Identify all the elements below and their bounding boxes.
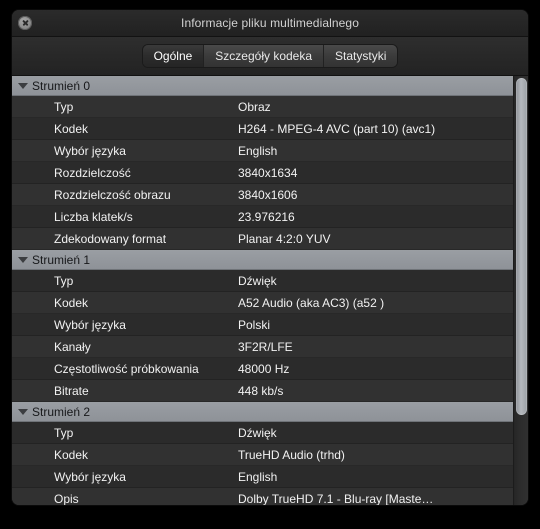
- vertical-scrollbar[interactable]: [513, 76, 528, 505]
- stream-group-header[interactable]: Strumień 2: [12, 402, 513, 422]
- row-value: A52 Audio (aka AC3) (a52 ): [238, 295, 385, 310]
- row-label: Wybór języka: [54, 143, 126, 158]
- table-row[interactable]: Liczba klatek/s 23.976216: [12, 206, 513, 228]
- stream-group-label: Strumień 2: [32, 404, 91, 419]
- row-label: Typ: [54, 99, 74, 114]
- row-value: English: [238, 469, 278, 484]
- stream-group-header[interactable]: Strumień 1: [12, 250, 513, 270]
- table-row[interactable]: Wybór języka Polski: [12, 314, 513, 336]
- chevron-down-icon[interactable]: [18, 256, 28, 263]
- row-value: 3840x1634: [238, 165, 298, 180]
- row-label: Rozdzielczość obrazu: [54, 187, 171, 202]
- window-title: Informacje pliku multimedialnego: [181, 16, 359, 30]
- table-row[interactable]: Typ Obraz: [12, 96, 513, 118]
- table-row[interactable]: Kodek TrueHD Audio (trhd): [12, 444, 513, 466]
- table-row[interactable]: Zdekodowany format Planar 4:2:0 YUV: [12, 228, 513, 250]
- stream-group-label: Strumień 0: [32, 78, 91, 93]
- table-row[interactable]: Opis Dolby TrueHD 7.1 - Blu-ray [Maste…: [12, 488, 513, 505]
- row-value: Dźwięk: [238, 273, 277, 288]
- row-label: Kodek: [54, 447, 89, 462]
- tab-0[interactable]: Ogólne: [142, 45, 205, 67]
- stream-group-label: Strumień 1: [32, 252, 91, 267]
- tab-group: Ogólne Szczegóły kodeka Statystyki: [142, 45, 398, 67]
- row-label: Częstotliwość próbkowania: [54, 361, 199, 376]
- row-value: English: [238, 143, 278, 158]
- row-value: H264 - MPEG-4 AVC (part 10) (avc1): [238, 121, 436, 136]
- table-row[interactable]: Kodek A52 Audio (aka AC3) (a52 ): [12, 292, 513, 314]
- table-row[interactable]: Kodek H264 - MPEG-4 AVC (part 10) (avc1): [12, 118, 513, 140]
- scrollbar-thumb[interactable]: [516, 78, 527, 415]
- row-label: Zdekodowany format: [54, 231, 167, 246]
- row-label: Opis: [54, 491, 79, 506]
- row-label: Kanały: [54, 339, 91, 354]
- tab-2[interactable]: Statystyki: [324, 45, 398, 67]
- table-row[interactable]: Kanały 3F2R/LFE: [12, 336, 513, 358]
- tab-1[interactable]: Szczegóły kodeka: [204, 45, 325, 67]
- stream-info-content: Strumień 0 Typ Obraz Kodek H264 - MPEG-4 AVC…: [12, 76, 528, 505]
- table-row[interactable]: Rozdzielczość obrazu 3840x1606: [12, 184, 513, 206]
- row-value: 3840x1606: [238, 187, 298, 202]
- table-row[interactable]: Wybór języka English: [12, 140, 513, 162]
- row-label: Wybór języka: [54, 317, 126, 332]
- table-row[interactable]: Częstotliwość próbkowania 48000 Hz: [12, 358, 513, 380]
- stream-list: Strumień 0 Typ Obraz Kodek H264 - MPEG-4 AVC…: [12, 76, 513, 505]
- row-label: Kodek: [54, 121, 89, 136]
- row-label: Liczba klatek/s: [54, 209, 133, 224]
- row-label: Typ: [54, 425, 74, 440]
- row-value: 48000 Hz: [238, 361, 290, 376]
- row-label: Kodek: [54, 295, 89, 310]
- row-value: 3F2R/LFE: [238, 339, 293, 354]
- table-row[interactable]: Rozdzielczość 3840x1634: [12, 162, 513, 184]
- row-label: Typ: [54, 273, 74, 288]
- tab-bar: Ogólne Szczegóły kodeka Statystyki: [12, 37, 528, 76]
- media-information-window: Informacje pliku multimedialnego Ogólne S…: [12, 10, 528, 505]
- row-value: Planar 4:2:0 YUV: [238, 231, 331, 246]
- row-label: Wybór języka: [54, 469, 126, 484]
- chevron-down-icon[interactable]: [18, 82, 28, 89]
- table-row[interactable]: Bitrate 448 kb/s: [12, 380, 513, 402]
- row-label: Bitrate: [54, 383, 89, 398]
- stream-group-header[interactable]: Strumień 0: [12, 76, 513, 96]
- window-titlebar: Informacje pliku multimedialnego: [12, 10, 528, 37]
- table-row[interactable]: Typ Dźwięk: [12, 422, 513, 444]
- row-value: Obraz: [238, 99, 271, 114]
- row-value: Polski: [238, 317, 271, 332]
- row-value: TrueHD Audio (trhd): [238, 447, 345, 462]
- row-value: 448 kb/s: [238, 383, 284, 398]
- row-label: Rozdzielczość: [54, 165, 131, 180]
- close-icon[interactable]: [18, 16, 32, 30]
- table-row[interactable]: Typ Dźwięk: [12, 270, 513, 292]
- table-row[interactable]: Wybór języka English: [12, 466, 513, 488]
- row-value: Dolby TrueHD 7.1 - Blu-ray [Maste…: [238, 491, 434, 506]
- close-x-glyph: [18, 16, 32, 30]
- row-value: Dźwięk: [238, 425, 277, 440]
- chevron-down-icon[interactable]: [18, 408, 28, 415]
- row-value: 23.976216: [238, 209, 295, 224]
